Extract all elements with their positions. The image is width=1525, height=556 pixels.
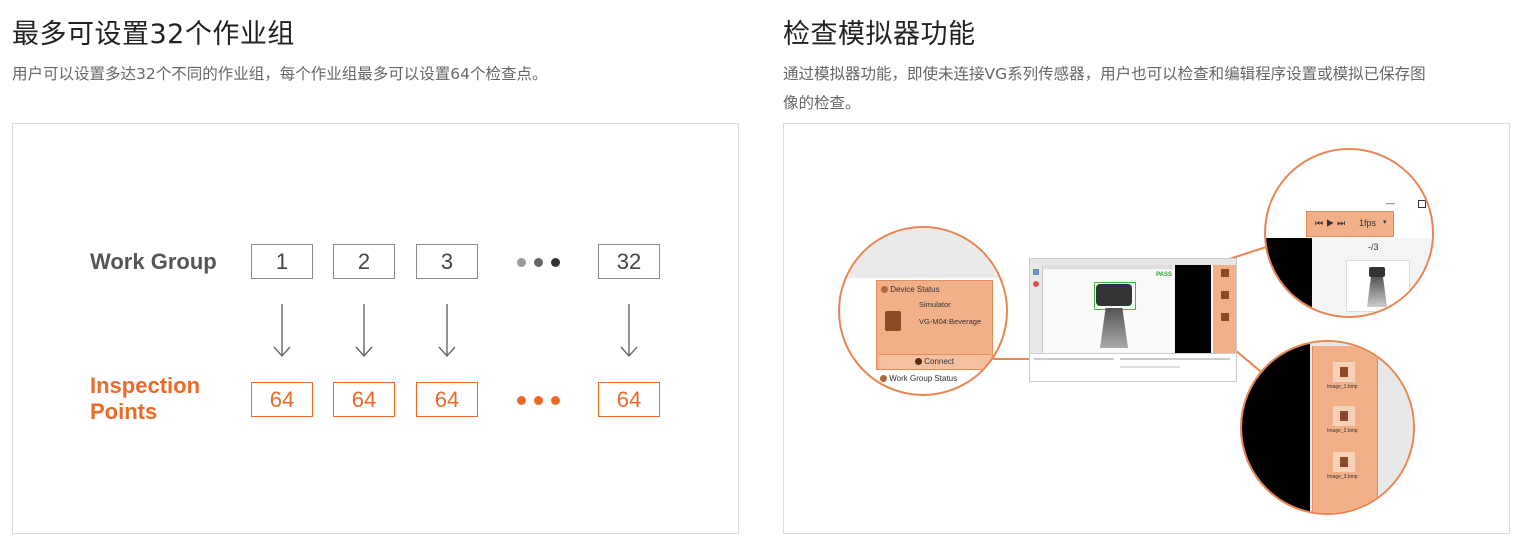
model-label: VG-M04:Beverage [919,317,982,326]
image-preview-black [1242,342,1310,513]
down-arrow-icon [355,304,373,358]
bottle-neck-image [1100,308,1128,348]
down-arrow-icon [438,304,456,358]
right-desc-line1: 通过模拟器功能，即使未连接VG系列传感器，用户也可以检查和编辑程序设置或模拟已保… [783,65,1426,83]
connect-label-wrap: Connect [915,357,954,366]
image-list-zoom: Image_1.bmp Image_2.bmp Image_3.bmp [1240,340,1415,515]
work-group-box: 2 [333,244,395,279]
work-group-box: 32 [598,244,660,279]
thumb-icon[interactable] [1221,269,1229,277]
window-left-toolbar [1030,265,1043,353]
work-group-status-header: Work Group Status [880,374,957,383]
playback-zoom: — ⏮▶⏭ 1fps ▾ -/3 [1264,148,1434,318]
window-toolbar [1043,265,1173,269]
zoom-toolbar-bg [840,228,1006,278]
inspection-roi-box [1094,282,1136,310]
image-thumb[interactable] [1333,362,1355,382]
inspection-points-box: 64 [333,382,395,417]
thumb-icon[interactable] [1221,313,1229,321]
table-line [1120,366,1180,368]
playback-controls[interactable]: ⏮▶⏭ [1315,218,1348,229]
table-line [1120,358,1230,360]
thumb-icon[interactable] [1221,291,1229,299]
chevron-down-icon[interactable]: ▾ [1383,218,1387,226]
work-group-status-icon [880,375,887,383]
left-description: 用户可以设置多达32个不同的作业组，每个作业组最多可以设置64个检查点。 [12,65,548,83]
ellipsis-dot [534,396,543,405]
ellipsis-dot [551,396,560,405]
image-list-panel: Image_1.bmp Image_2.bmp Image_3.bmp [1312,346,1378,513]
work-group-box: 3 [416,244,478,279]
down-arrow-icon [620,304,638,358]
right-description: 通过模拟器功能，即使未连接VG系列传感器，用户也可以检查和编辑程序设置或模拟已保… [783,60,1426,118]
down-arrow-icon [273,304,291,358]
inspection-label-line1: Inspection [90,373,201,398]
bottle-neck-image [1367,277,1387,307]
thumb-icon [1340,367,1348,377]
thumb-icon [1340,411,1348,421]
simulator-window: PASS [1029,258,1237,382]
left-title: 最多可设置32个作业组 [12,19,295,50]
thumb-icon [1340,457,1348,467]
image-filename: Image_1.bmp [1327,384,1358,390]
record-icon[interactable] [1033,281,1039,287]
image-preview-black [1175,265,1211,353]
image-filename: Image_2.bmp [1327,428,1358,434]
bottle-cap-image [1369,267,1385,277]
simulator-label: Simulator [919,300,951,309]
work-group-box: 1 [251,244,313,279]
inspection-label-line2: Points [90,399,158,424]
table-line [1034,358,1114,360]
fps-select[interactable]: 1fps [1359,218,1376,228]
ellipsis-dot [551,258,560,267]
zoom-connector-line [993,358,1033,360]
ellipsis-dot [534,258,543,267]
connect-icon [915,358,922,366]
inspection-points-label: Inspection Points [90,373,200,425]
ellipsis-dot [517,258,526,267]
right-title: 检查模拟器功能 [783,19,976,50]
zoom-titlebar-bg [1266,150,1432,210]
inspection-points-box: 64 [251,382,313,417]
playback-toolbar: ⏮▶⏭ 1fps ▾ [1306,211,1394,237]
minimize-icon[interactable]: — [1386,198,1395,208]
device-status-icon [881,286,888,294]
window-bottom-pane [1030,353,1236,381]
connect-button[interactable]: Connect [879,354,990,369]
work-group-label: Work Group [90,249,217,274]
image-preview-black [1266,238,1312,316]
pass-label: PASS [1156,272,1172,278]
image-list-strip [1213,265,1236,353]
thumbnail-image[interactable] [1346,260,1410,312]
device-status-zoom: Device Status Simulator VG-M04:Beverage … [838,226,1008,396]
inspection-image-area: PASS [1044,270,1174,353]
device-status-label: Device Status [890,285,940,294]
image-filename: Image_3.bmp [1327,474,1358,480]
inspection-points-box: 64 [416,382,478,417]
device-status-header: Device Status [881,285,940,294]
right-desc-line2: 像的检查。 [783,94,861,112]
device-icon[interactable] [1033,269,1039,275]
work-group-panel: Work Group Inspection Points 1 2 3 32 64… [12,123,739,534]
sensor-icon [885,311,901,331]
restore-icon[interactable] [1418,200,1426,208]
image-thumb[interactable] [1333,452,1355,472]
thumbnail-pane: -/3 [1312,238,1432,316]
inspection-points-box: 64 [598,382,660,417]
device-status-panel: Device Status Simulator VG-M04:Beverage … [876,280,993,370]
ellipsis-dot [517,396,526,405]
connect-label: Connect [924,357,955,366]
work-group-status-label: Work Group Status [889,374,958,383]
image-thumb[interactable] [1333,406,1355,426]
page-indicator: -/3 [1368,242,1379,252]
